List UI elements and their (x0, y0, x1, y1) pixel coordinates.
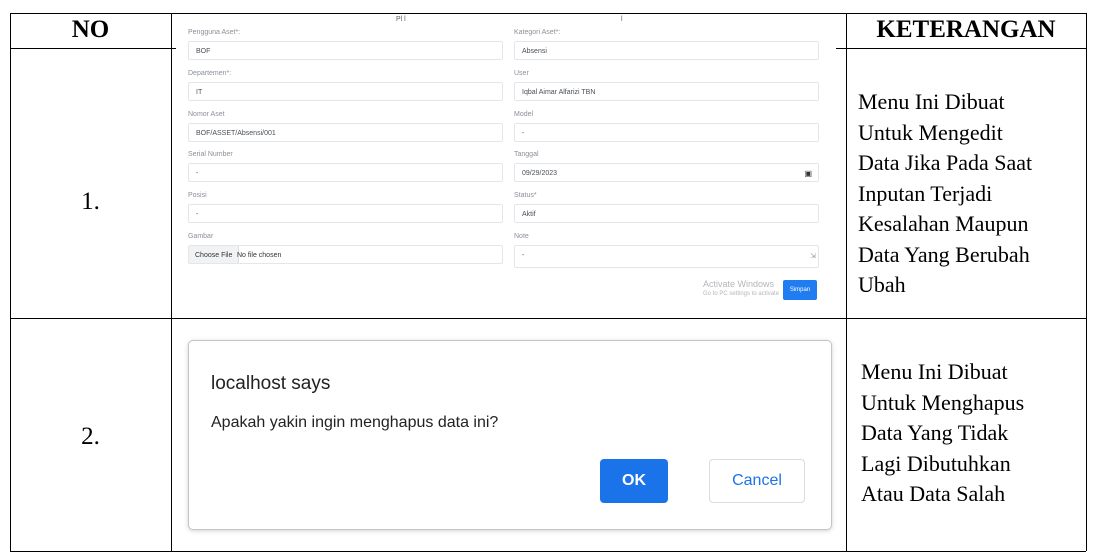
cancel-button[interactable]: Cancel (709, 459, 805, 503)
calendar-icon[interactable]: ▣ (804, 164, 812, 183)
tanggal-value: 09/29/2023 (522, 170, 558, 177)
departemen-input[interactable]: IT (188, 82, 503, 101)
status-input[interactable]: Aktif (514, 204, 819, 223)
row-1-keterangan: Menu Ini Dibuat Untuk Mengedit Data Jika… (858, 87, 1032, 301)
departemen-label: Departemen*: (188, 70, 232, 77)
kategori-aset-label: Kategori Aset*: (514, 29, 561, 36)
user-input[interactable]: Iqbal Aimar Alfarizi TBN (514, 82, 819, 101)
gambar-file-input[interactable]: Choose File No file chosen (188, 245, 503, 264)
posisi-input[interactable]: - (188, 204, 503, 223)
cut-off-title-right: l (621, 16, 623, 23)
row-2-keterangan: Menu Ini Dibuat Untuk Menghapus Data Yan… (861, 357, 1024, 510)
ket-line: Lagi Dibutuhkan (861, 450, 1011, 476)
row-1-number: 1. (81, 188, 100, 215)
choose-file-button[interactable]: Choose File (189, 246, 240, 263)
model-label: Model (514, 111, 534, 118)
header-no: NO (71, 16, 110, 43)
pengguna-aset-input[interactable]: BOF (188, 41, 503, 60)
kategori-aset-input[interactable]: Absensi (514, 41, 819, 60)
table-border-col1 (171, 13, 172, 551)
header-keterangan: KETERANGAN (876, 16, 1056, 43)
no-file-text: No file chosen (237, 252, 282, 259)
resize-grip-icon[interactable]: ⇲ (810, 247, 816, 266)
watermark-line-2: Go to PC settings to activate (703, 291, 780, 297)
user-label: User (514, 70, 529, 77)
confirm-delete-dialog: localhost says Apakah yakin ingin mengha… (188, 340, 832, 530)
serial-number-label: Serial Number (188, 151, 233, 158)
note-label: Note (514, 233, 529, 240)
ket-line: Menu Ini Dibuat (858, 89, 1005, 114)
pengguna-aset-label: Pengguna Aset*: (188, 29, 241, 36)
ket-line: Kesalahan Maupun (858, 211, 1029, 236)
gambar-label: Gambar (188, 233, 214, 240)
nomor-aset-input[interactable]: BOF/ASSET/Absensi/001 (188, 123, 503, 142)
ket-line: Data Yang Berubah (858, 241, 1030, 267)
ket-line: Data Yang Tidak (861, 420, 1009, 445)
model-input[interactable]: - (514, 123, 819, 142)
dialog-title: localhost says (211, 373, 331, 394)
ket-line: Inputan Terjadi (858, 180, 993, 206)
tanggal-input[interactable]: 09/29/2023 ▣ (514, 163, 819, 182)
activate-windows-watermark: Activate Windows Go to PC settings to ac… (703, 279, 779, 299)
edit-asset-form: Pl l l Pengguna Aset*: BOF Departemen*: … (176, 14, 836, 312)
note-value: - (522, 252, 525, 259)
table-border-right (1086, 13, 1087, 551)
ket-line: Ubah (858, 272, 906, 297)
ket-line: Untuk Menghapus (861, 389, 1025, 415)
note-textarea[interactable]: - ⇲ (514, 245, 819, 268)
ket-line: Menu Ini Dibuat (861, 359, 1008, 384)
ket-line: Atau Data Salah (861, 481, 1006, 506)
watermark-line-1: Activate Windows (703, 279, 775, 289)
simpan-button[interactable]: Simpan (783, 280, 817, 300)
nomor-aset-label: Nomor Aset (188, 111, 225, 118)
status-label: Status* (514, 192, 537, 199)
ket-line: Untuk Mengedit (858, 119, 1003, 145)
posisi-label: Posisi (188, 192, 207, 199)
row-2-number: 2. (81, 423, 100, 450)
ket-line: Data Jika Pada Saat (858, 150, 1033, 175)
dialog-message: Apakah yakin ingin menghapus data ini? (211, 414, 499, 431)
tanggal-label: Tanggal (514, 151, 539, 158)
table-border-col2 (846, 13, 847, 551)
table-border-left (10, 13, 11, 551)
serial-number-input[interactable]: - (188, 163, 503, 182)
ok-button[interactable]: OK (600, 459, 668, 503)
cut-off-title-left: Pl l (396, 16, 406, 23)
